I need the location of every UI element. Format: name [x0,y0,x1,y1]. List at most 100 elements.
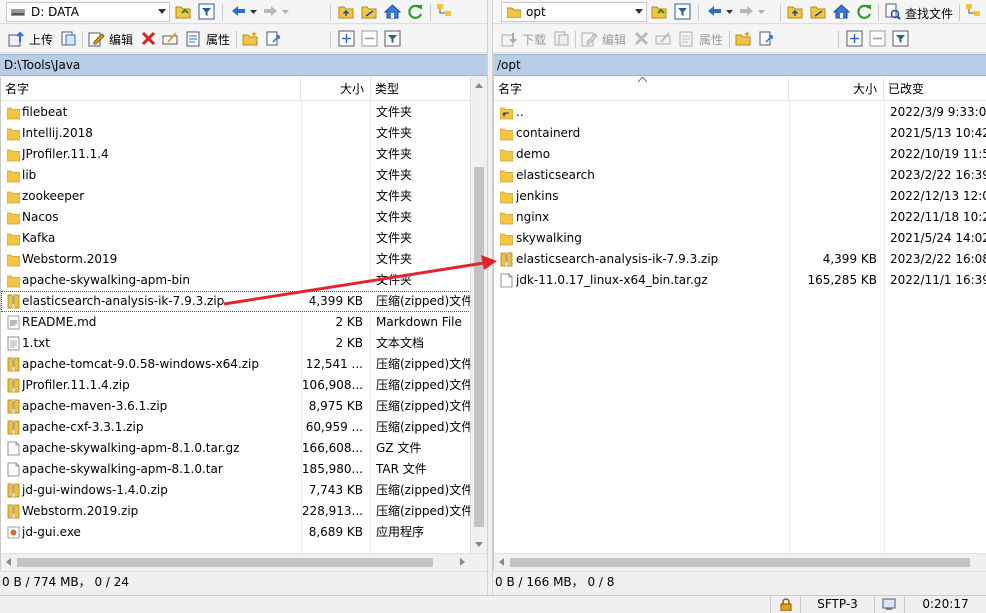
tree-view-icon[interactable] [436,3,453,20]
upload-icon[interactable] [8,30,25,47]
download-icon[interactable] [501,30,518,47]
column-header-size[interactable]: 大小 [789,77,884,101]
file-row[interactable]: filebeat 文件夹 [1,102,487,123]
file-row[interactable]: .. 2022/3/9 9:33:05 [494,102,986,123]
parent-directory-icon[interactable] [338,3,355,20]
rename-icon[interactable] [162,30,179,47]
new-folder-icon[interactable] [242,30,259,47]
column-header-type[interactable]: 类型 [371,77,471,101]
find-files-icon[interactable] [884,3,901,20]
filter-icon[interactable] [892,30,909,47]
scroll-thumb[interactable] [510,558,970,567]
file-row[interactable]: 1.txt 2 KB 文本文档 [1,333,487,354]
file-row[interactable]: zookeeper 文件夹 [1,186,487,207]
remote-directory-select[interactable]: opt [501,2,647,22]
download-options-icon[interactable] [553,30,570,47]
file-row[interactable]: jd-gui-windows-1.4.0.zip 7,743 KB 压缩(zippe… [1,480,487,501]
open-folder-icon[interactable] [175,3,192,20]
file-row[interactable]: elasticsearch 2023/2/22 16:39: [494,165,986,186]
select-all-icon[interactable] [338,30,355,47]
scroll-right-icon[interactable] [460,558,465,566]
back-arrow-icon[interactable] [706,3,723,20]
file-row[interactable]: lib 文件夹 [1,165,487,186]
scroll-left-icon[interactable] [499,558,504,566]
edit-icon[interactable] [581,30,598,47]
column-header-size[interactable]: 大小 [301,77,371,101]
column-header-modified[interactable]: 已改变 [884,77,986,101]
local-horizontal-scrollbar[interactable] [1,553,487,570]
forward-arrow-icon[interactable] [262,3,279,20]
unselect-icon[interactable] [869,30,886,47]
file-row[interactable]: Intellij.2018 文件夹 [1,123,487,144]
file-row[interactable]: README.md 2 KB Markdown File [1,312,487,333]
filter-icon[interactable] [198,3,215,20]
parent-directory-icon[interactable] [787,3,804,20]
chevron-down-icon[interactable] [726,10,733,15]
file-row[interactable]: Kafka 文件夹 [1,228,487,249]
select-all-icon[interactable] [846,30,863,47]
open-folder-icon[interactable] [651,3,668,20]
properties-icon[interactable] [185,30,202,47]
remote-path-bar[interactable]: /opt [493,54,986,76]
file-row[interactable]: skywalking 2021/5/24 14:02: [494,228,986,249]
file-row[interactable]: containerd 2021/5/13 10:42: [494,123,986,144]
file-row[interactable]: Webstorm.2019.zip 228,913... 压缩(zipped)文件 [1,501,487,522]
upload-options-icon[interactable] [60,30,77,47]
file-row[interactable]: JProfiler.11.1.4.zip 106,908... 压缩(zipped)… [1,375,487,396]
scroll-thumb[interactable] [17,558,433,567]
chevron-down-icon[interactable] [758,10,765,15]
delete-icon[interactable] [140,30,157,47]
file-row[interactable]: Nacos 文件夹 [1,207,487,228]
scroll-up-icon[interactable] [475,83,483,88]
local-file-list[interactable]: 名字 大小 类型 filebeat 文件夹 Intellij.2018 文件夹 JPro… [0,77,487,570]
file-row[interactable]: elasticsearch-analysis-ik-7.9.3.zip 4,399… [1,291,487,312]
new-file-icon[interactable] [265,30,282,47]
root-directory-icon[interactable] [810,3,827,20]
chevron-down-icon[interactable] [282,10,289,15]
file-row[interactable]: Webstorm.2019 文件夹 [1,249,487,270]
edit-icon[interactable] [88,30,105,47]
download-button[interactable]: 下载 [522,31,546,48]
local-drive-select[interactable]: D: DATA [6,2,170,22]
file-row[interactable]: apache-skywalking-apm-8.1.0.tar.gz 166,60… [1,438,487,459]
refresh-icon[interactable] [407,3,424,20]
remote-file-list[interactable]: 名字 大小 已改变 .. 2022/3/9 9:33:05 containerd 20… [493,77,986,570]
file-row[interactable]: jd-gui.exe 8,689 KB 应用程序 [1,522,487,543]
scroll-thumb[interactable] [474,167,484,527]
file-row[interactable]: jdk-11.0.17_linux-x64_bin.tar.gz 165,285 … [494,270,986,291]
local-vertical-scrollbar[interactable] [470,77,487,553]
find-files-button[interactable]: 查找文件 [905,5,953,22]
file-row[interactable]: demo 2022/10/19 11:52 [494,144,986,165]
filter-icon[interactable] [384,30,401,47]
file-row[interactable]: apache-cxf-3.3.1.zip 60,959 ... 压缩(zipped)… [1,417,487,438]
file-row[interactable]: apache-tomcat-9.0.58-windows-x64.zip 12,5… [1,354,487,375]
back-arrow-icon[interactable] [230,3,247,20]
properties-button[interactable]: 属性 [206,31,230,48]
new-file-icon[interactable] [758,30,775,47]
refresh-icon[interactable] [856,3,873,20]
file-row[interactable]: elasticsearch-analysis-ik-7.9.3.zip 4,399… [494,249,986,270]
file-row[interactable]: apache-skywalking-apm-bin 文件夹 [1,270,487,291]
filter-icon[interactable] [674,3,691,20]
unselect-icon[interactable] [361,30,378,47]
properties-button[interactable]: 属性 [699,31,723,48]
rename-icon[interactable] [655,30,672,47]
column-header-name[interactable]: 名字 [1,77,301,101]
properties-icon[interactable] [678,30,695,47]
scroll-down-icon[interactable] [475,542,483,547]
new-folder-icon[interactable] [735,30,752,47]
root-directory-icon[interactable] [361,3,378,20]
local-path-bar[interactable]: D:\Tools\Java [0,54,487,76]
file-row[interactable]: JProfiler.11.1.4 文件夹 [1,144,487,165]
file-row[interactable]: apache-skywalking-apm-8.1.0.tar 185,980..… [1,459,487,480]
chevron-down-icon[interactable] [250,10,257,15]
home-icon[interactable] [384,3,401,20]
file-row[interactable]: jenkins 2022/12/13 12:02 [494,186,986,207]
forward-arrow-icon[interactable] [738,3,755,20]
upload-button[interactable]: 上传 [29,31,53,48]
file-row[interactable]: apache-maven-3.6.1.zip 8,975 KB 压缩(zipped)… [1,396,487,417]
file-row[interactable]: nginx 2022/11/18 10:21 [494,207,986,228]
remote-horizontal-scrollbar[interactable] [494,553,986,570]
tree-view-icon[interactable] [965,3,982,20]
edit-button[interactable]: 编辑 [602,31,626,48]
